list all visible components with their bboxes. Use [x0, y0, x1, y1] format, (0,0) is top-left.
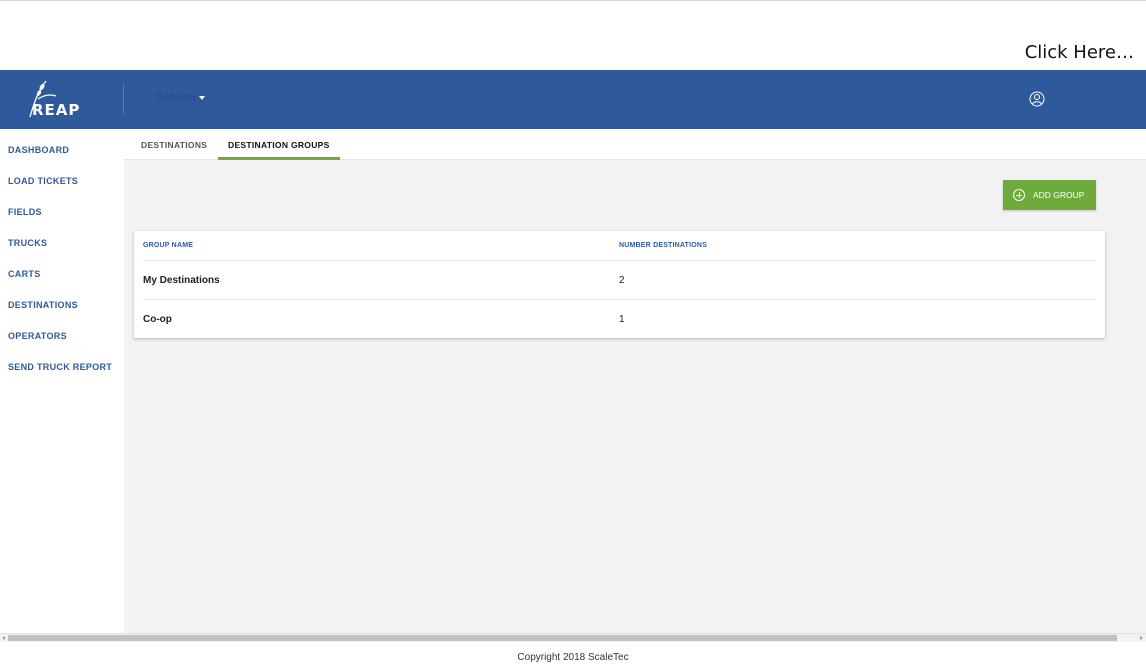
- logo-text: REAP: [32, 101, 81, 119]
- group-name-cell: My Destinations: [143, 275, 220, 286]
- destination-count-cell: 1: [619, 314, 625, 325]
- sidebar-item-trucks[interactable]: TRUCKS: [0, 222, 124, 253]
- sidebar-item-fields[interactable]: FIELDS: [0, 191, 124, 222]
- sidebar-nav: DASHBOARD LOAD TICKETS FIELDS TRUCKS CAR…: [0, 129, 124, 633]
- top-navigation-bar: REAP Season: [0, 70, 1146, 129]
- destination-count-cell: 2: [619, 275, 625, 286]
- scrollbar-thumb[interactable]: [8, 635, 1117, 641]
- footer: Copyright 2018 ScaleTec: [0, 642, 1146, 669]
- column-header-group-name[interactable]: GROUP NAME: [143, 242, 193, 249]
- tab-bar: DESTINATIONS DESTINATION GROUPS: [124, 129, 1146, 160]
- column-header-number-destinations[interactable]: NUMBER DESTINATIONS: [619, 242, 707, 249]
- scroll-right-icon[interactable]: [1140, 636, 1143, 640]
- horizontal-scrollbar[interactable]: [0, 633, 1146, 642]
- table-row[interactable]: Co-op 1: [143, 300, 1096, 339]
- add-group-label: ADD GROUP: [1033, 190, 1085, 200]
- table-row[interactable]: My Destinations 2: [143, 261, 1096, 300]
- tab-destinations[interactable]: DESTINATIONS: [131, 129, 217, 160]
- sidebar-item-carts[interactable]: CARTS: [0, 253, 124, 284]
- sidebar-item-send-truck-report[interactable]: SEND TRUCK REPORT: [0, 346, 124, 377]
- copyright-text: Copyright 2018 ScaleTec: [517, 652, 629, 663]
- main-content: DESTINATIONS DESTINATION GROUPS ADD GROU…: [124, 129, 1146, 633]
- season-label: Season: [155, 90, 196, 104]
- tab-destination-groups[interactable]: DESTINATION GROUPS: [218, 129, 340, 160]
- reap-logo[interactable]: REAP: [24, 79, 90, 119]
- scroll-left-icon[interactable]: [2, 636, 5, 640]
- sidebar-item-load-tickets[interactable]: LOAD TICKETS: [0, 160, 124, 191]
- sidebar-item-destinations[interactable]: DESTINATIONS: [0, 284, 124, 315]
- season-dropdown[interactable]: Season: [155, 90, 205, 104]
- user-circle-icon[interactable]: [1029, 91, 1045, 107]
- click-here-annotation: Click Here…: [1024, 42, 1134, 63]
- plus-circle-icon: [1013, 189, 1025, 201]
- sidebar-item-dashboard[interactable]: DASHBOARD: [0, 129, 124, 160]
- caret-down-icon: [198, 95, 205, 100]
- group-name-cell: Co-op: [143, 314, 172, 325]
- table-header: GROUP NAME NUMBER DESTINATIONS: [143, 231, 1096, 261]
- sidebar-item-operators[interactable]: OPERATORS: [0, 315, 124, 346]
- add-group-button[interactable]: ADD GROUP: [1003, 180, 1096, 210]
- app-frame: Click Here… REAP Season DASHBOARD LOAD T…: [0, 0, 1146, 669]
- header-divider: [123, 84, 124, 114]
- destination-groups-table: GROUP NAME NUMBER DESTINATIONS My Destin…: [134, 231, 1105, 338]
